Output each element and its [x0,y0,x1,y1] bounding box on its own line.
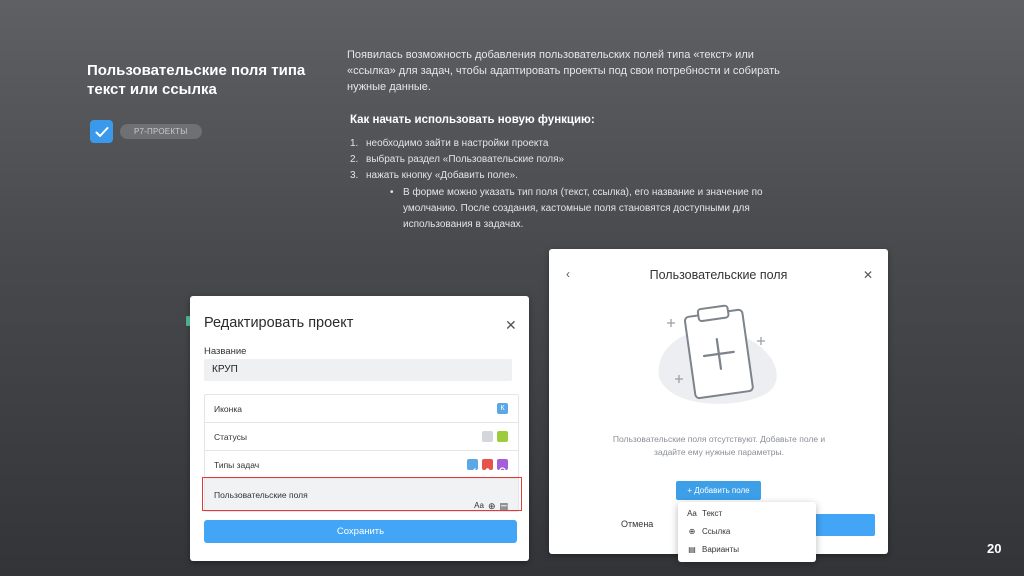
text-type-icon: Aa [474,501,484,510]
project-name-field[interactable]: КРУП [204,359,512,381]
globe-icon: ⊕ [487,501,496,511]
project-icon: К [497,403,508,414]
dialog-title: Пользовательские поля [649,268,788,282]
close-icon[interactable]: ✕ [863,268,873,282]
task-type-check-icon [467,459,478,474]
bullet-icon: • [390,187,394,198]
task-type-bug-icon [482,459,493,473]
empty-state-text: Пользовательские поля отсутствуют. Добав… [612,434,826,457]
step-subnote: • В форме можно указать тип поля (текст, … [390,187,763,230]
text-type-icon: Aa [687,509,697,518]
step-item: 3. нажать кнопку «Добавить поле». [350,170,518,181]
slide-title: Пользовательские поля типа текст или ссы… [87,62,306,98]
step-item: 2. выбрать раздел «Пользовательские поля» [350,154,565,165]
status-gray-swatch [482,431,493,442]
save-button[interactable]: Сохранить [204,520,517,543]
product-badge: Р7-ПРОЕКТЫ [120,124,202,139]
howto-heading: Как начать использовать новую функцию: [350,114,595,126]
menu-item-link[interactable]: ⊕ Ссылка [678,522,816,541]
settings-row-statuses[interactable]: Статусы [205,423,518,451]
steps-list: 1. необходимо зайти в настройки проекта 2… [350,136,770,233]
page-number: 20 [987,541,1002,556]
name-label: Название [204,346,247,357]
dialog-title: Редактировать проект [204,315,354,331]
feature-description: Появилась возможность добавления пользов… [347,49,780,93]
confirm-button[interactable] [811,514,875,536]
settings-row-icon[interactable]: Иконка К [205,395,518,423]
archive-icon: ▤ [688,545,696,554]
close-icon[interactable]: ✕ [505,318,517,332]
window-edge-marker [186,316,190,326]
field-type-menu: Aa Текст ⊕ Ссылка ▤ Варианты [678,502,816,562]
edit-project-dialog: Редактировать проект ✕ Название КРУП Ико… [186,296,529,561]
menu-item-text[interactable]: Aa Текст [678,504,816,523]
cancel-button[interactable]: Отмена [621,519,653,529]
archive-icon: ▤ [499,501,508,511]
menu-item-options[interactable]: ▤ Варианты [678,540,816,559]
globe-icon: ⊕ [688,527,696,536]
status-green-swatch [497,431,508,442]
clipboard-illustration [658,304,777,404]
task-type-story-icon [497,459,508,474]
add-field-button[interactable]: + Добавить поле [676,481,761,500]
step-item: 1. необходимо зайти в настройки проекта [350,138,549,149]
settings-row-task-types[interactable]: Типы задач [205,451,518,479]
settings-list: Иконка К Статусы Типы задач Пользователь… [204,394,519,512]
settings-row-custom-fields[interactable]: Пользовательские поля Aa ⊕ ▤ [205,479,518,511]
checkbox-icon [90,120,113,143]
